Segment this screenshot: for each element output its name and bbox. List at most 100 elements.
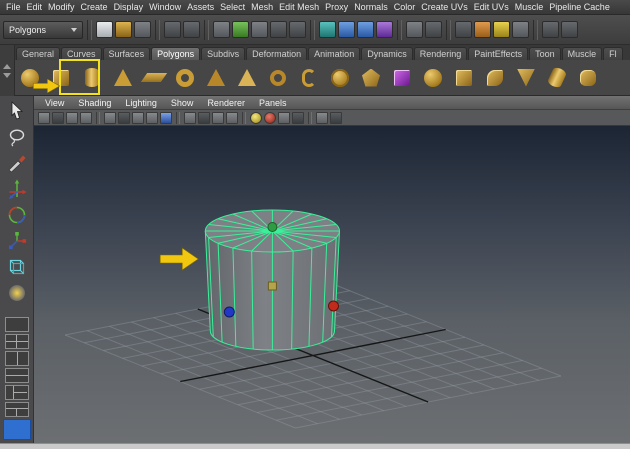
panel-menu-show[interactable]: Show [164,98,201,108]
gamma-icon[interactable] [316,112,328,124]
menu-edit-mesh[interactable]: Edit Mesh [276,2,322,12]
layout-single-pane-button[interactable] [5,317,29,332]
layout-two-pane-stacked-button[interactable] [5,368,29,383]
shelf-combine-icon[interactable] [481,63,509,93]
select-by-object-type-icon[interactable] [232,21,249,38]
panel-menu-lighting[interactable]: Lighting [118,98,164,108]
camera-attributes-icon[interactable] [66,112,78,124]
select-tool[interactable] [4,99,30,123]
bookmarks-icon[interactable] [80,112,92,124]
menu-edit[interactable]: Edit [24,2,46,12]
tab-general[interactable]: General [16,47,60,60]
universal-manipulator-tool[interactable] [4,255,30,279]
scale-tool[interactable] [4,229,30,253]
exposure-icon[interactable] [292,112,304,124]
tab-animation[interactable]: Animation [308,47,360,60]
shelf-poly-cone-icon[interactable] [109,63,137,93]
image-plane-icon[interactable] [104,112,116,124]
menu-assets[interactable]: Assets [184,2,217,12]
menu-display[interactable]: Display [111,2,147,12]
menu-create-uvs[interactable]: Create UVs [418,2,471,12]
menu-window[interactable]: Window [146,2,184,12]
menu-normals[interactable]: Normals [351,2,391,12]
snap-to-curves-icon[interactable] [338,21,355,38]
menu-file[interactable]: File [3,2,24,12]
layout-split-left-button[interactable] [5,385,29,400]
shelf-poly-prism-icon[interactable] [202,63,230,93]
rotate-tool[interactable] [4,203,30,227]
menu-pipeline-cache[interactable]: Pipeline Cache [546,2,613,12]
shelf-poly-soccer-ball-icon[interactable] [326,63,354,93]
use-all-lights-icon[interactable] [160,112,172,124]
shelf-extrude-icon[interactable] [543,63,571,93]
multisampling-icon[interactable] [226,112,238,124]
shelf-poly-helix-icon[interactable] [295,63,323,93]
shelf-poly-platonic-icon[interactable] [357,63,385,93]
tab-deformation[interactable]: Deformation [246,47,307,60]
lasso-tool[interactable] [4,125,30,149]
menu-mesh[interactable]: Mesh [248,2,276,12]
panel-menu-shading[interactable]: Shading [71,98,118,108]
menu-set-dropdown[interactable]: Polygons [3,21,83,39]
layout-two-pane-side-button[interactable] [5,351,29,366]
shelf-poly-pipe-icon[interactable] [264,63,292,93]
tab-fluids[interactable]: Fl [603,47,623,60]
tab-muscle[interactable]: Muscle [562,47,603,60]
select-by-hierarchy-icon[interactable] [213,21,230,38]
viewport-canvas[interactable] [34,126,630,443]
shelf-poly-plane-icon[interactable] [140,63,168,93]
xray-display-icon[interactable] [278,112,290,124]
paint-selection-tool[interactable] [4,151,30,175]
wireframe-display-icon[interactable] [118,112,130,124]
tab-polygons[interactable]: Polygons [151,47,200,60]
manip-handle-center[interactable] [268,282,276,290]
menu-edit-uvs[interactable]: Edit UVs [471,2,512,12]
viewport[interactable] [34,126,630,443]
panel-menu-renderer[interactable]: Renderer [200,98,252,108]
menu-create[interactable]: Create [78,2,111,12]
redo-icon[interactable] [183,21,200,38]
hypershade-icon[interactable] [561,21,578,38]
open-scene-icon[interactable] [115,21,132,38]
move-tool[interactable] [4,177,30,201]
shelf-separate-icon[interactable] [512,63,540,93]
menu-color[interactable]: Color [391,2,419,12]
motion-blur-icon[interactable] [212,112,224,124]
manip-handle-z[interactable] [224,307,234,317]
layout-split-top-button[interactable] [5,402,29,417]
manip-handle-y[interactable] [268,223,277,232]
lock-camera-icon[interactable] [52,112,64,124]
shelf-mirror-geometry-icon[interactable] [450,63,478,93]
textured-display-icon[interactable] [146,112,158,124]
isolate-select-icon[interactable] [264,112,276,124]
menu-select[interactable]: Select [217,2,248,12]
panel-menu-view[interactable]: View [38,98,71,108]
menu-modify[interactable]: Modify [45,2,78,12]
open-render-view-icon[interactable] [455,21,472,38]
highlight-selection-icon[interactable] [289,21,306,38]
save-scene-icon[interactable] [134,21,151,38]
ipr-render-icon[interactable] [493,21,510,38]
soft-modification-tool[interactable] [4,281,30,305]
shelf-poly-pyramid-icon[interactable] [233,63,261,93]
screen-space-ao-icon[interactable] [198,112,210,124]
layout-four-pane-button[interactable] [5,334,29,349]
make-live-icon[interactable] [406,21,423,38]
snap-to-points-icon[interactable] [357,21,374,38]
menu-muscle[interactable]: Muscle [512,2,547,12]
tab-surfaces[interactable]: Surfaces [103,47,151,60]
tab-painteffects[interactable]: PaintEffects [468,47,528,60]
select-camera-icon[interactable] [38,112,50,124]
shelf-bevel-icon[interactable] [574,63,602,93]
shelf-super-shape-icon[interactable] [388,63,416,93]
tab-subdivs[interactable]: Subdivs [201,47,245,60]
tab-toon[interactable]: Toon [529,47,561,60]
menu-proxy[interactable]: Proxy [322,2,351,12]
construction-history-icon[interactable] [425,21,442,38]
default-lighting-icon[interactable] [250,112,262,124]
tab-rendering[interactable]: Rendering [414,47,468,60]
undo-icon[interactable] [164,21,181,38]
manip-handle-x[interactable] [328,301,338,311]
smooth-shade-icon[interactable] [132,112,144,124]
select-by-component-type-icon[interactable] [251,21,268,38]
